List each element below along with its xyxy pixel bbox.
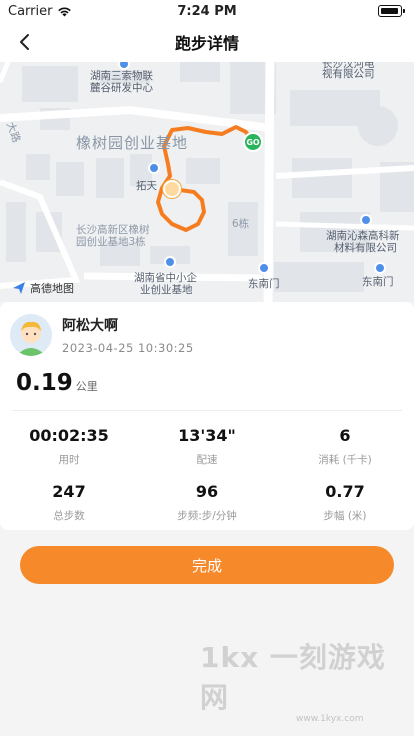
wifi-icon: [58, 6, 72, 16]
stat-label: 配速: [196, 454, 218, 466]
route-map[interactable]: 湖南三索物联 麓谷研发中心 长沙汉河电 视有限公司 橡树园创业基地 拓天 长沙高…: [0, 62, 414, 302]
map-label: 麓谷研发中心: [90, 82, 153, 94]
chevron-left-icon: [20, 34, 29, 50]
poi-marker: [164, 256, 176, 268]
user-row: 阿松大啊 2023-04-25 10:30:25: [10, 314, 194, 356]
carrier-label: Carrier: [8, 3, 53, 19]
avatar: [10, 314, 52, 356]
stat-label: 消耗 (千卡): [318, 454, 372, 466]
distance-readout: 0.19 公里: [16, 370, 98, 396]
done-button[interactable]: 完成: [20, 546, 394, 584]
poi-marker: [360, 214, 372, 226]
stat-pace: 13'34" 配速: [138, 426, 276, 482]
stat-value: 96: [195, 482, 219, 501]
map-label: 材料有限公司: [334, 242, 397, 254]
map-label: 6栋: [232, 218, 250, 230]
stat-steps: 247 总步数: [0, 482, 138, 538]
run-summary-card: 阿松大啊 2023-04-25 10:30:25 0.19 公里 00:02:3…: [0, 302, 414, 530]
poi-marker: [374, 262, 386, 274]
poi-marker: [148, 162, 160, 174]
map-label: 园创业基地3栋: [76, 236, 146, 248]
stat-stride: 0.77 步幅 (米): [276, 482, 414, 538]
page-title: 跑步详情: [174, 34, 239, 53]
user-name: 阿松大啊: [62, 318, 118, 334]
run-datetime: 2023-04-25 10:30:25: [62, 341, 194, 355]
map-brand-label: 高德地图: [30, 282, 74, 295]
route-start-marker: GO: [243, 132, 263, 152]
watermark-text: 1kx 一刻游戏网: [200, 641, 386, 714]
map-label: 橡树园创业基地: [76, 134, 189, 152]
stat-value: 0.77: [325, 482, 365, 501]
stat-label: 用时: [58, 454, 80, 466]
stat-value: 13'34": [178, 426, 236, 445]
distance-value: 0.19: [16, 370, 73, 396]
distance-unit: 公里: [75, 380, 98, 393]
stat-value: 00:02:35: [29, 426, 109, 445]
stat-label: 步频:步/分钟: [177, 510, 237, 522]
stat-calories: 6 消耗 (千卡): [276, 426, 414, 482]
map-label: 东南门: [362, 276, 394, 288]
stat-label: 步幅 (米): [323, 510, 367, 522]
map-label: 拓天: [136, 180, 157, 192]
battery-icon: [378, 5, 405, 17]
stat-value: 247: [52, 482, 86, 501]
stats-row: 00:02:35 用时 13'34" 配速 6 消耗 (千卡): [0, 426, 414, 482]
route-end-marker: [163, 180, 181, 198]
stats-row: 247 总步数 96 步频:步/分钟 0.77 步幅 (米): [0, 482, 414, 538]
nav-bar: 跑步详情: [0, 22, 414, 62]
avatar-icon: [10, 314, 52, 356]
stats-grid: 00:02:35 用时 13'34" 配速 6 消耗 (千卡) 247 总步数 …: [0, 426, 414, 538]
stat-duration: 00:02:35 用时: [0, 426, 138, 482]
map-label: 业创业基地: [140, 284, 193, 296]
divider: [12, 410, 402, 411]
carrier-group: Carrier: [8, 4, 72, 19]
poi-marker: [258, 262, 270, 274]
stat-value: 6: [339, 426, 351, 445]
map-label: 视有限公司: [322, 68, 375, 80]
watermark-url: www.1kyx.com: [296, 714, 364, 724]
back-button[interactable]: [6, 22, 42, 62]
user-info: 阿松大啊 2023-04-25 10:30:25: [62, 315, 194, 355]
stat-label: 总步数: [53, 510, 85, 522]
watermark: 1kx 一刻游戏网 www.1kyx.com: [200, 636, 414, 724]
stat-cadence: 96 步频:步/分钟: [138, 482, 276, 538]
map-background: [0, 62, 414, 302]
map-brand: 高德地图: [12, 280, 74, 296]
status-bar: Carrier 7:24 PM: [0, 0, 414, 22]
map-label: 东南门: [248, 278, 280, 290]
amap-logo-icon: [13, 282, 25, 294]
